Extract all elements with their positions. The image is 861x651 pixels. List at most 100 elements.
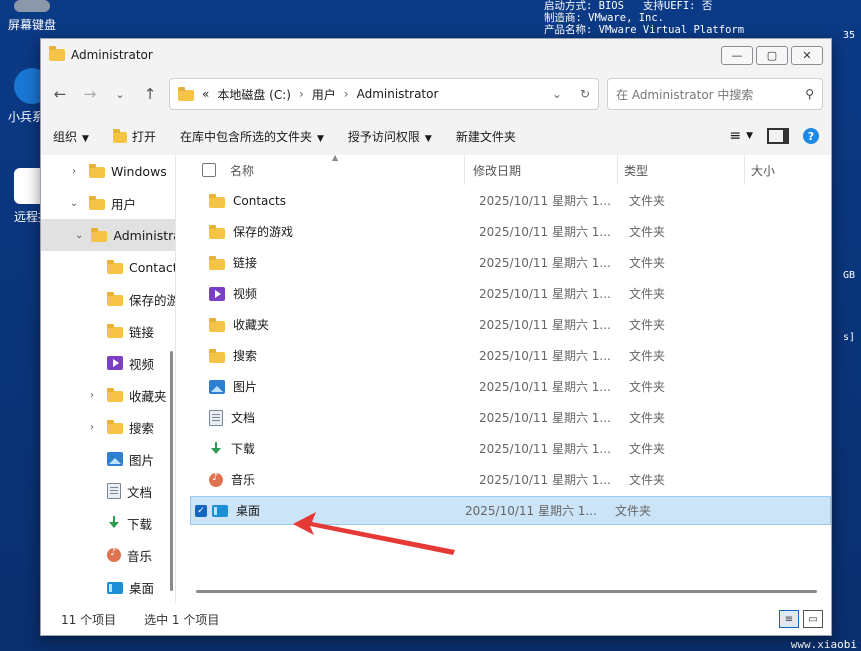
recent-locations-button[interactable]: ⌄ — [109, 83, 131, 105]
column-header-type[interactable]: 类型 — [617, 155, 744, 185]
file-type: 文件夹 — [629, 411, 666, 425]
file-type: 文件夹 — [629, 473, 666, 487]
file-modified: 2025/10/11 星期六 1... — [479, 318, 611, 332]
list-view-icon: ≡ — [729, 128, 742, 144]
title-bar[interactable]: Administrator — ▢ ✕ — [41, 39, 831, 71]
file-row[interactable]: 音乐 2025/10/11 星期六 1... 文件夹 — [190, 464, 831, 495]
chevron-down-icon: ⌄ — [115, 87, 125, 101]
file-row[interactable]: 文档 2025/10/11 星期六 1... 文件夹 — [190, 402, 831, 433]
nav-item-label: 文档 — [127, 484, 153, 500]
file-row[interactable]: ✓ 桌面 2025/10/11 星期六 1... 文件夹 — [190, 496, 831, 525]
organize-menu-button[interactable]: 组织 ▼ — [53, 128, 89, 145]
nav-item[interactable]: Contacts — [41, 251, 175, 283]
file-modified: 2025/10/11 星期六 1... — [479, 349, 611, 363]
file-row[interactable]: 下载 2025/10/11 星期六 1... 文件夹 — [190, 433, 831, 464]
back-button[interactable]: ← — [49, 83, 71, 105]
system-info-fragment: GB — [842, 270, 855, 281]
chevron-right-icon[interactable]: › — [85, 422, 99, 433]
file-row[interactable]: 图片 2025/10/11 星期六 1... 文件夹 — [190, 371, 831, 402]
refresh-icon[interactable]: ↻ — [580, 87, 590, 101]
nav-item[interactable]: 下载 — [41, 507, 175, 539]
file-row[interactable]: 链接 2025/10/11 星期六 1... 文件夹 — [190, 247, 831, 278]
navigation-scrollbar[interactable] — [170, 351, 173, 591]
breadcrumb-separator-icon[interactable]: › — [299, 87, 304, 101]
minimize-button[interactable]: — — [721, 45, 753, 65]
nav-item[interactable]: 链接 — [41, 315, 175, 347]
chevron-right-icon[interactable]: › — [85, 390, 99, 401]
file-name: 搜索 — [233, 349, 258, 363]
nav-item[interactable]: 图片 — [41, 443, 175, 475]
caret-down-icon: ▼ — [424, 133, 432, 144]
nav-item[interactable]: 保存的游戏 — [41, 283, 175, 315]
picture-icon — [107, 452, 123, 466]
include-in-library-button[interactable]: 在库中包含所选的文件夹 ▼ — [180, 128, 324, 145]
open-button[interactable]: 打开 — [112, 128, 156, 145]
breadcrumb-users[interactable]: 用户 — [312, 86, 336, 103]
video-icon — [209, 286, 225, 301]
file-type: 文件夹 — [629, 349, 666, 363]
large-icons-view-button[interactable]: ▭ — [803, 610, 823, 628]
preview-pane-icon[interactable] — [767, 128, 789, 144]
file-row[interactable]: 视频 2025/10/11 星期六 1... 文件夹 — [190, 278, 831, 309]
new-folder-button[interactable]: 新建文件夹 — [456, 128, 516, 145]
chevron-right-icon[interactable]: › — [67, 166, 81, 177]
nav-item-label: 音乐 — [127, 548, 153, 564]
nav-item-label: 保存的游戏 — [129, 292, 175, 308]
view-options-button[interactable]: ≡ ▼ — [729, 128, 753, 144]
folder-icon — [49, 46, 65, 61]
file-type: 文件夹 — [629, 194, 666, 208]
address-dropdown-icon[interactable]: ⌄ — [552, 87, 562, 101]
close-button[interactable]: ✕ — [791, 45, 823, 65]
file-type: 文件夹 — [629, 225, 666, 239]
horizontal-scrollbar[interactable] — [196, 590, 817, 593]
open-folder-icon — [112, 128, 127, 143]
system-info: 启动方式: BIOS 支持UEFI: 否制造商: VMware, Inc. 产品名… — [544, 0, 745, 36]
nav-item[interactable]: 桌面 — [41, 571, 175, 603]
nav-item[interactable]: › Windows — [41, 155, 175, 187]
chevron-down-icon[interactable]: ⌄ — [75, 230, 83, 241]
up-button[interactable]: ↑ — [139, 83, 161, 105]
column-header-modified[interactable]: 修改日期 — [464, 155, 617, 185]
nav-item[interactable]: › 搜索 — [41, 411, 175, 443]
folder-icon — [107, 260, 123, 274]
details-view-icon: ≡ — [784, 613, 794, 625]
select-all-checkbox[interactable] — [202, 163, 216, 177]
nav-item[interactable]: 文档 — [41, 475, 175, 507]
nav-item[interactable]: 音乐 — [41, 539, 175, 571]
nav-item[interactable]: 视频 — [41, 347, 175, 379]
nav-item[interactable]: ⌄ Administrator — [41, 219, 175, 251]
file-row[interactable]: 搜索 2025/10/11 星期六 1... 文件夹 — [190, 340, 831, 371]
file-modified: 2025/10/11 星期六 1... — [479, 287, 611, 301]
keyboard-icon — [14, 0, 50, 12]
search-input[interactable]: 在 Administrator 中搜索 ⚲ — [607, 78, 823, 110]
nav-item[interactable]: ⌄ 用户 — [41, 187, 175, 219]
desktop-icon-onscreen-keyboard[interactable]: 屏幕键盘 — [0, 0, 64, 33]
forward-button[interactable]: → — [79, 83, 101, 105]
checkmark-icon[interactable]: ✓ — [195, 504, 207, 517]
address-bar[interactable]: « 本地磁盘 (C:) › 用户 › Administrator ⌄ ↻ — [169, 78, 599, 110]
help-icon[interactable]: ? — [803, 128, 819, 144]
file-list: ▲ 名称 修改日期 类型 大小 Contacts 2025/10/11 星期六 1… — [176, 153, 831, 603]
maximize-button[interactable]: ▢ — [756, 45, 788, 65]
item-count: 11 个项目 — [61, 612, 117, 627]
nav-item[interactable]: › 收藏夹 — [41, 379, 175, 411]
file-modified: 2025/10/11 星期六 1... — [479, 194, 611, 208]
column-header-name[interactable]: 名称 — [190, 162, 464, 179]
chevron-down-icon[interactable]: ⌄ — [67, 198, 81, 209]
file-row[interactable]: 收藏夹 2025/10/11 星期六 1... 文件夹 — [190, 309, 831, 340]
folder-icon — [89, 196, 105, 210]
breadcrumb-local-disk[interactable]: 本地磁盘 (C:) — [217, 86, 291, 103]
breadcrumb-administrator[interactable]: Administrator — [357, 87, 439, 101]
nav-item-label: 收藏夹 — [129, 388, 167, 404]
breadcrumb-overflow[interactable]: « — [202, 87, 209, 101]
nav-item-label: Contacts — [129, 259, 175, 275]
folder-icon — [107, 420, 123, 434]
video-icon — [107, 356, 123, 370]
details-view-button[interactable]: ≡ — [779, 610, 799, 628]
breadcrumb-separator-icon[interactable]: › — [344, 87, 349, 101]
give-access-button[interactable]: 授予访问权限 ▼ — [348, 128, 432, 145]
search-icon[interactable]: ⚲ — [805, 87, 814, 101]
file-row[interactable]: Contacts 2025/10/11 星期六 1... 文件夹 — [190, 185, 831, 216]
file-row[interactable]: 保存的游戏 2025/10/11 星期六 1... 文件夹 — [190, 216, 831, 247]
column-header-size[interactable]: 大小 — [744, 155, 831, 185]
